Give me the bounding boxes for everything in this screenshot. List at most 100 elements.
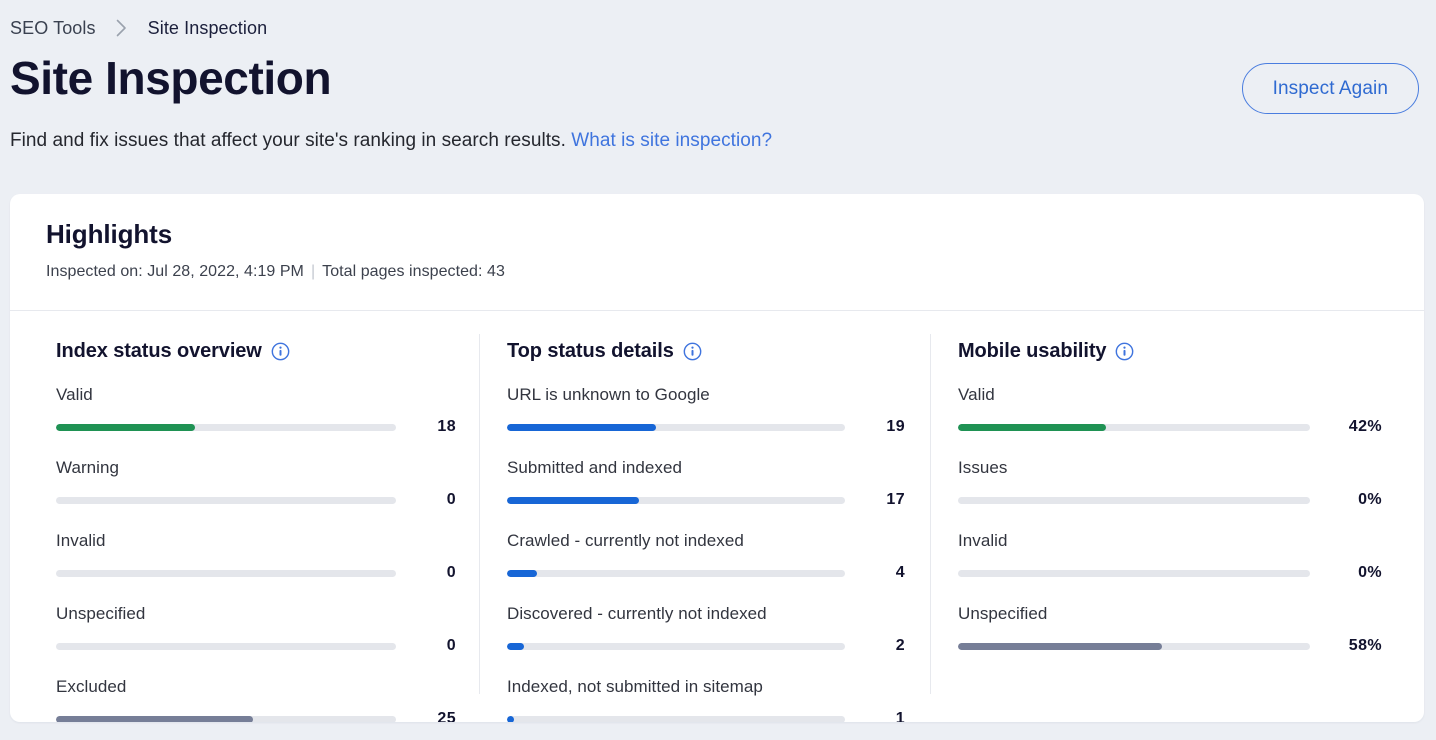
breadcrumb-parent-link[interactable]: SEO Tools: [10, 18, 96, 39]
metric-bar-track: [507, 642, 845, 650]
index-status-metric-list: Valid 18 Warning 0 Invalid 0 Unspecified 0 Exclu…: [56, 385, 479, 722]
metric-row: Warning 0: [56, 458, 479, 509]
metric-bar-track: [56, 569, 396, 577]
metric-bar-track: [507, 423, 845, 431]
metric-row: Invalid 0%: [958, 531, 1424, 582]
top-status-details-title: Top status details: [507, 339, 674, 362]
metric-bar-track: [56, 715, 396, 722]
metric-bar-fill: [507, 715, 514, 722]
metric-row: Submitted and indexed 17: [507, 458, 930, 509]
metric-label: Warning: [56, 458, 120, 477]
metric-value: 0%: [1358, 564, 1382, 581]
metric-bar-fill: [958, 642, 1163, 650]
page-header: SEO Tools Site Inspection Site Inspectio…: [0, 0, 1436, 152]
metric-bar-fill: [56, 715, 254, 722]
metric-bar-track: [507, 496, 845, 504]
metric-bar-fill: [507, 423, 656, 431]
inspect-again-button[interactable]: Inspect Again: [1241, 63, 1419, 114]
total-pages-label: Total pages inspected:: [322, 263, 483, 280]
metric-bar-fill: [507, 642, 524, 650]
metric-bar-row: 42%: [958, 418, 1424, 436]
chevron-right-icon: [96, 19, 148, 37]
metric-label: Valid: [56, 385, 93, 404]
metric-bar-row: 0%: [958, 491, 1424, 509]
metric-bar-row: 0%: [958, 564, 1424, 582]
metric-value: 0: [446, 564, 456, 581]
index-status-overview-title: Index status overview: [56, 339, 262, 362]
metric-row: URL is unknown to Google 19: [507, 385, 930, 436]
metric-bar-track: [56, 423, 396, 431]
metric-value: 2: [895, 637, 905, 654]
breadcrumb: SEO Tools Site Inspection: [10, 14, 1436, 42]
metric-bar-row: 1: [507, 710, 930, 722]
meta-separator: |: [310, 263, 316, 280]
mobile-usability-title: Mobile usability: [958, 339, 1107, 362]
metric-row: Valid 18: [56, 385, 479, 436]
metric-bar-track: [507, 569, 845, 577]
info-icon[interactable]: [1115, 342, 1134, 361]
metric-bar-row: 4: [507, 564, 930, 582]
metric-label: Unspecified: [56, 604, 146, 623]
highlights-card-header: Highlights Inspected on: Jul 28, 2022, 4…: [10, 194, 1424, 281]
metric-value: 18: [437, 418, 456, 435]
metric-row: Unspecified 0: [56, 604, 479, 655]
metric-row: Valid 42%: [958, 385, 1424, 436]
metric-bar-track: [958, 423, 1310, 431]
metric-value: 0: [446, 491, 456, 508]
metric-value: 4: [895, 564, 905, 581]
metric-bar-row: 0: [56, 564, 479, 582]
metric-bar-row: 0: [56, 491, 479, 509]
metric-label: URL is unknown to Google: [507, 385, 710, 404]
index-status-overview-column: Index status overview Valid 18 Warning 0 Inv…: [10, 311, 479, 722]
what-is-site-inspection-link[interactable]: What is site inspection?: [571, 130, 772, 151]
metric-label: Submitted and indexed: [507, 458, 682, 477]
metric-bar-row: 0: [56, 637, 479, 655]
subtitle-text: Find and fix issues that affect your sit…: [10, 130, 566, 151]
metric-value: 0%: [1358, 491, 1382, 508]
highlights-columns: Index status overview Valid 18 Warning 0 Inv…: [10, 311, 1424, 722]
inspected-on-value: Jul 28, 2022, 4:19 PM: [147, 263, 304, 280]
page-subtitle: Find and fix issues that affect your sit…: [10, 130, 1436, 152]
metric-bar-row: 17: [507, 491, 930, 509]
metric-value: 17: [886, 491, 905, 508]
metric-value: 0: [446, 637, 456, 654]
column-divider-1: [479, 334, 480, 694]
page-title: Site Inspection: [10, 52, 332, 104]
top-status-metric-list: URL is unknown to Google 19 Submitted and …: [507, 385, 930, 722]
metric-value: 19: [886, 418, 905, 435]
metric-label: Indexed, not submitted in sitemap: [507, 677, 763, 696]
metric-bar-row: 19: [507, 418, 930, 436]
column-divider-2: [930, 334, 931, 694]
metric-row: Issues 0%: [958, 458, 1424, 509]
metric-bar-row: 18: [56, 418, 479, 436]
highlights-card: Highlights Inspected on: Jul 28, 2022, 4…: [10, 194, 1424, 722]
metric-value: 42%: [1348, 418, 1382, 435]
metric-label: Valid: [958, 385, 995, 404]
title-row: Site Inspection Inspect Again: [10, 51, 1436, 114]
metric-label: Discovered - currently not indexed: [507, 604, 767, 623]
metric-row: Invalid 0: [56, 531, 479, 582]
metric-bar-fill: [56, 423, 196, 431]
metric-label: Excluded: [56, 677, 127, 696]
metric-value: 1: [895, 710, 905, 722]
info-icon[interactable]: [683, 342, 702, 361]
metric-bar-fill: [507, 569, 538, 577]
metric-bar-track: [958, 642, 1310, 650]
top-status-details-column: Top status details URL is unknown to Goo…: [479, 311, 930, 722]
metric-label: Invalid: [958, 531, 1008, 550]
inspected-on-label: Inspected on:: [46, 263, 143, 280]
mobile-usability-header: Mobile usability: [958, 339, 1424, 363]
highlights-title: Highlights: [46, 219, 173, 249]
index-status-overview-header: Index status overview: [56, 339, 479, 363]
metric-bar-fill: [958, 423, 1106, 431]
metric-row: Excluded 25: [56, 677, 479, 722]
metric-label: Unspecified: [958, 604, 1048, 623]
info-icon[interactable]: [271, 342, 290, 361]
metric-row: Indexed, not submitted in sitemap 1: [507, 677, 930, 722]
metric-row: Crawled - currently not indexed 4: [507, 531, 930, 582]
metric-bar-fill: [507, 496, 639, 504]
mobile-usability-column: Mobile usability Valid 42% Issues 0% Invalid…: [930, 311, 1424, 722]
metric-bar-row: 2: [507, 637, 930, 655]
breadcrumb-current: Site Inspection: [147, 17, 268, 38]
mobile-usability-metric-list: Valid 42% Issues 0% Invalid 0% Unspecified 58%: [958, 385, 1424, 655]
